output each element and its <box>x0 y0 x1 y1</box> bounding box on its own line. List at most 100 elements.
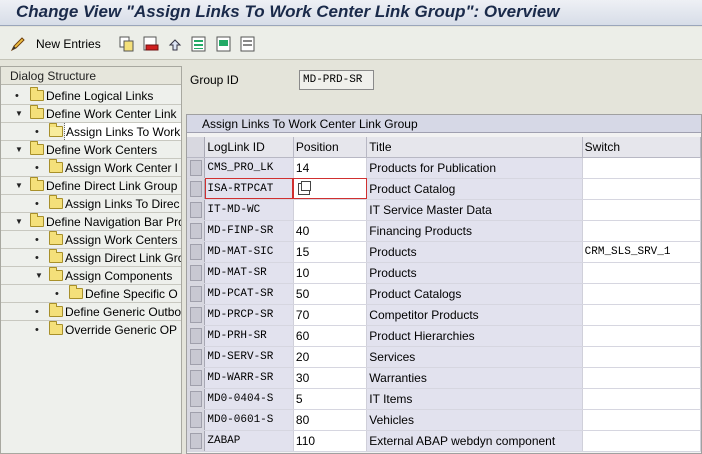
cell-loglink-id[interactable]: MD-PRH-SR <box>204 325 294 347</box>
tree-item-define-specific[interactable]: • Define Specific O <box>1 285 181 303</box>
col-header-title[interactable]: Title <box>366 137 583 158</box>
cell-title[interactable]: Products for Publication <box>366 157 583 179</box>
cell-position[interactable]: 110 <box>293 430 368 452</box>
copy-button[interactable] <box>119 35 135 53</box>
cell-switch[interactable] <box>582 220 702 242</box>
cell-title[interactable]: IT Items <box>366 388 583 410</box>
tree-item-assign-direct-link-group[interactable]: • Assign Direct Link Gro <box>1 249 181 267</box>
cell-switch[interactable]: CRM_SLS_SRV_1 <box>582 241 702 263</box>
row-selector[interactable] <box>187 325 206 347</box>
cell-title[interactable]: External ABAP webdyn component <box>366 430 583 452</box>
cell-position[interactable]: 60 <box>293 325 368 347</box>
group-id-field[interactable]: MD-PRD-SR <box>299 70 374 90</box>
cell-loglink-id[interactable]: MD-MAT-SR <box>204 262 294 284</box>
tree-item-define-work-center-link[interactable]: ▼ Define Work Center Link <box>1 105 181 123</box>
cell-position[interactable]: 14 <box>293 157 368 179</box>
tree-item-assign-links-to-direct[interactable]: • Assign Links To Direc <box>1 195 181 213</box>
tree-item-define-navigation-bar[interactable]: ▼ Define Navigation Bar Pro <box>1 213 181 231</box>
cell-switch[interactable] <box>582 178 702 200</box>
row-selector[interactable] <box>187 178 206 200</box>
row-selector[interactable] <box>187 367 206 389</box>
undo-button[interactable] <box>167 35 183 53</box>
tree-item-assign-links-to-work[interactable]: • Assign Links To Work <box>1 123 181 141</box>
cell-loglink-id[interactable]: MD0-0601-S <box>204 409 294 431</box>
cell-loglink-id[interactable]: MD0-0404-S <box>204 388 294 410</box>
select-all-button[interactable] <box>191 35 207 53</box>
new-entries-button[interactable]: New Entries <box>10 35 101 53</box>
row-selector[interactable] <box>187 199 206 221</box>
row-selector[interactable] <box>187 262 206 284</box>
col-header-switch[interactable]: Switch <box>582 137 702 158</box>
row-selector[interactable] <box>187 409 206 431</box>
tree-item-assign-work-center[interactable]: • Assign Work Center l <box>1 159 181 177</box>
cell-switch[interactable] <box>582 325 702 347</box>
select-block-button[interactable] <box>216 35 232 53</box>
row-selector[interactable] <box>187 283 206 305</box>
expanded-triangle-icon[interactable]: ▼ <box>15 177 25 195</box>
cell-position[interactable] <box>293 178 368 200</box>
cell-position[interactable] <box>293 199 368 221</box>
cell-loglink-id[interactable]: ISA-RTPCAT <box>204 178 294 200</box>
value-help-icon[interactable] <box>297 181 311 196</box>
cell-loglink-id[interactable]: IT-MD-WC <box>204 199 294 221</box>
tree-item-assign-work-centers[interactable]: • Assign Work Centers <box>1 231 181 249</box>
cell-loglink-id[interactable]: MD-FINP-SR <box>204 220 294 242</box>
cell-position[interactable]: 10 <box>293 262 368 284</box>
row-selector[interactable] <box>187 430 206 452</box>
cell-switch[interactable] <box>582 262 702 284</box>
cell-position[interactable]: 30 <box>293 367 368 389</box>
col-header-loglink-id[interactable]: LogLink ID <box>204 137 294 158</box>
select-all-rows-header[interactable] <box>187 137 206 158</box>
tree-item-define-logical-links[interactable]: • Define Logical Links <box>1 87 181 105</box>
tree-item-define-work-centers[interactable]: ▼ Define Work Centers <box>1 141 181 159</box>
expanded-triangle-icon[interactable]: ▼ <box>15 105 25 123</box>
delete-button[interactable] <box>143 35 159 53</box>
cell-switch[interactable] <box>582 157 702 179</box>
cell-loglink-id[interactable]: MD-PCAT-SR <box>204 283 294 305</box>
cell-position[interactable]: 40 <box>293 220 368 242</box>
cell-title[interactable]: Products <box>366 262 583 284</box>
cell-position[interactable]: 80 <box>293 409 368 431</box>
row-selector[interactable] <box>187 346 206 368</box>
cell-position[interactable]: 50 <box>293 283 368 305</box>
expanded-triangle-icon[interactable]: ▼ <box>15 213 25 231</box>
col-header-position[interactable]: Position <box>293 137 368 158</box>
cell-switch[interactable] <box>582 409 702 431</box>
cell-position[interactable]: 20 <box>293 346 368 368</box>
tree-item-define-direct-link-group[interactable]: ▼ Define Direct Link Group <box>1 177 181 195</box>
cell-switch[interactable] <box>582 367 702 389</box>
tree-item-assign-components[interactable]: ▼ Assign Components <box>1 267 181 285</box>
cell-loglink-id[interactable]: MD-PRCP-SR <box>204 304 294 326</box>
expanded-triangle-icon[interactable]: ▼ <box>15 141 25 159</box>
cell-loglink-id[interactable]: MD-SERV-SR <box>204 346 294 368</box>
cell-title[interactable]: Products <box>366 241 583 263</box>
row-selector[interactable] <box>187 304 206 326</box>
deselect-all-button[interactable] <box>240 35 256 53</box>
cell-title[interactable]: Product Hierarchies <box>366 325 583 347</box>
cell-loglink-id[interactable]: MD-MAT-SIC <box>204 241 294 263</box>
cell-switch[interactable] <box>582 283 702 305</box>
row-selector[interactable] <box>187 241 206 263</box>
cell-title[interactable]: Warranties <box>366 367 583 389</box>
cell-position[interactable]: 70 <box>293 304 368 326</box>
cell-title[interactable]: Product Catalogs <box>366 283 583 305</box>
cell-switch[interactable] <box>582 430 702 452</box>
cell-title[interactable]: Competitor Products <box>366 304 583 326</box>
expanded-triangle-icon[interactable]: ▼ <box>35 267 45 285</box>
cell-title[interactable]: Services <box>366 346 583 368</box>
cell-loglink-id[interactable]: CMS_PRO_LK <box>204 157 294 179</box>
cell-position[interactable]: 5 <box>293 388 368 410</box>
cell-switch[interactable] <box>582 388 702 410</box>
row-selector[interactable] <box>187 388 206 410</box>
cell-switch[interactable] <box>582 304 702 326</box>
cell-loglink-id[interactable]: MD-WARR-SR <box>204 367 294 389</box>
cell-title[interactable]: Vehicles <box>366 409 583 431</box>
cell-loglink-id[interactable]: ZABAP <box>204 430 294 452</box>
cell-switch[interactable] <box>582 346 702 368</box>
row-selector[interactable] <box>187 220 206 242</box>
cell-switch[interactable] <box>582 199 702 221</box>
tree-item-define-generic-outbound[interactable]: • Define Generic Outbo <box>1 303 181 321</box>
cell-title[interactable]: Product Catalog <box>366 178 583 200</box>
cell-title[interactable]: Financing Products <box>366 220 583 242</box>
tree-item-override-generic-op[interactable]: • Override Generic OP <box>1 321 181 339</box>
